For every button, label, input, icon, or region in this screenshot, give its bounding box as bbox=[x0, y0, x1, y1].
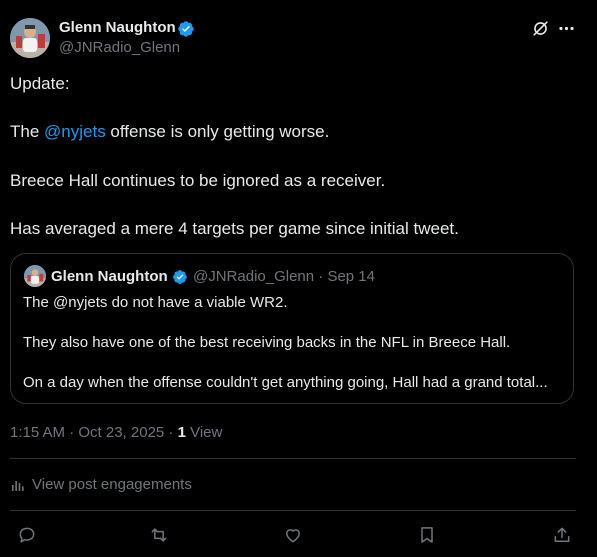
quoted-line-3: On a day when the offense couldn't get a… bbox=[23, 374, 548, 391]
quoted-line-2: They also have one of the best receiving… bbox=[23, 334, 511, 351]
author-avatar[interactable] bbox=[10, 18, 50, 58]
share-icon[interactable] bbox=[552, 525, 572, 545]
more-icon[interactable] bbox=[557, 19, 576, 38]
reply-icon[interactable] bbox=[17, 525, 37, 545]
tweet-meta: 1:15 AM · Oct 23, 2025 · 1 View bbox=[10, 424, 222, 441]
analytics-icon bbox=[12, 480, 24, 491]
divider bbox=[10, 510, 576, 511]
tweet-line-3: Breece Hall continues to be ignored as a… bbox=[10, 171, 386, 190]
divider bbox=[10, 458, 576, 459]
view-engagements-label: View post engagements bbox=[32, 476, 192, 493]
quoted-verified-badge-icon bbox=[173, 270, 187, 284]
like-icon[interactable] bbox=[283, 525, 303, 545]
bookmark-icon[interactable] bbox=[417, 525, 437, 545]
timestamp[interactable]: 1:15 AM · Oct 23, 2025 · bbox=[10, 424, 178, 441]
repost-icon[interactable] bbox=[149, 525, 169, 545]
author-handle[interactable]: @JNRadio_Glenn bbox=[59, 39, 180, 56]
tweet-line-2-prefix: The bbox=[10, 122, 45, 141]
tweet-line-1: Update: bbox=[10, 74, 70, 93]
views-count: 1 bbox=[177, 424, 186, 441]
quoted-author-avatar[interactable] bbox=[24, 265, 46, 287]
tweet-line-2-suffix: offense is only getting worse. bbox=[105, 122, 330, 141]
grok-icon[interactable] bbox=[531, 19, 550, 38]
quoted-author-name[interactable]: Glenn Naughton bbox=[51, 268, 168, 285]
tweet-line-2: The @nyjets offense is only getting wors… bbox=[10, 122, 329, 142]
quoted-line-1: The @nyjets do not have a viable WR2. bbox=[23, 294, 288, 311]
verified-badge-icon bbox=[178, 21, 194, 37]
author-name[interactable]: Glenn Naughton bbox=[59, 19, 176, 36]
views-label: View bbox=[185, 424, 223, 441]
view-engagements-link[interactable]: View post engagements bbox=[10, 476, 192, 493]
quoted-handle-date[interactable]: @JNRadio_Glenn · Sep 14 bbox=[193, 268, 375, 285]
mention-link[interactable]: @nyjets bbox=[44, 122, 106, 141]
tweet-line-4: Has averaged a mere 4 targets per game s… bbox=[10, 219, 459, 238]
